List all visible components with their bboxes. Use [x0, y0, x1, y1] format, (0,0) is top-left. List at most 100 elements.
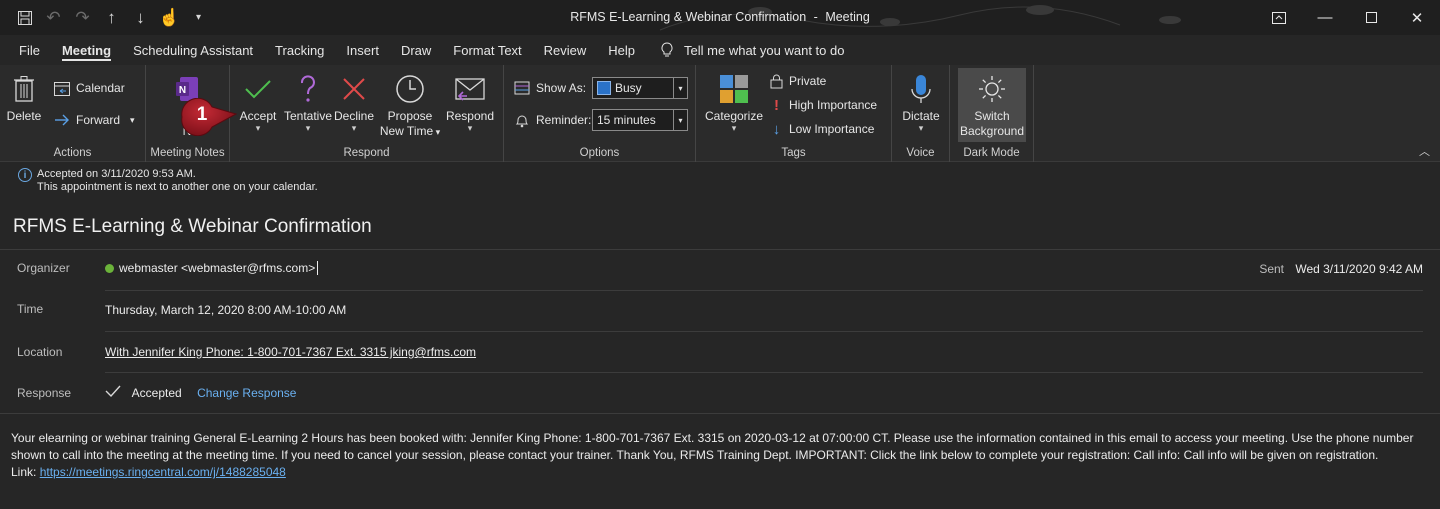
row-separator	[105, 372, 1423, 373]
header-bottom-separator	[0, 413, 1440, 414]
accept-label: Accept	[239, 109, 277, 123]
calendar-button[interactable]: Calendar	[54, 77, 125, 99]
reminder-label: Reminder:	[536, 113, 592, 127]
info-icon: i	[18, 168, 32, 182]
low-importance-button[interactable]: ↓ Low Importance	[770, 118, 875, 140]
response-label: Response	[17, 386, 72, 400]
time-value: Thursday, March 12, 2020 8:00 AM-10:00 A…	[105, 303, 347, 317]
tab-meeting[interactable]: Meeting	[51, 35, 122, 65]
touch-mode-icon[interactable]: ☝	[155, 0, 184, 35]
close-icon[interactable]: ✕	[1394, 0, 1440, 35]
show-as-dropdown-icon[interactable]: ▾	[673, 78, 687, 98]
tentative-button[interactable]: Tentative ▾	[282, 69, 334, 133]
categorize-dropdown-icon[interactable]: ▾	[702, 124, 766, 133]
private-button[interactable]: Private	[770, 70, 826, 92]
header-separator	[0, 249, 1440, 250]
group-actions: Delete Calendar Forward ▾ Actions	[0, 65, 146, 162]
question-mark-icon	[282, 69, 334, 109]
respond-dropdown-icon[interactable]: ▾	[444, 124, 496, 133]
dictate-button[interactable]: Dictate ▾	[896, 69, 946, 133]
checkmark-icon	[236, 69, 280, 109]
show-as-label-wrap: Show As:	[514, 77, 586, 99]
sent-info: Sent Wed 3/11/2020 9:42 AM	[1259, 262, 1423, 276]
maximize-icon[interactable]	[1348, 0, 1394, 35]
decorative-leaves-icon	[659, 5, 1181, 31]
show-as-select[interactable]: Busy ▾	[592, 77, 688, 99]
tab-help[interactable]: Help	[597, 35, 646, 65]
tell-me-search[interactable]: Tell me what you want to do	[660, 42, 844, 58]
tab-format-text[interactable]: Format Text	[442, 35, 532, 65]
respond-button[interactable]: Respond ▾	[444, 69, 496, 133]
decline-label: Decline	[333, 109, 375, 123]
group-label-tags: Tags	[781, 147, 806, 159]
tab-review[interactable]: Review	[533, 35, 598, 65]
meeting-subject: RFMS E-Learning & Webinar Confirmation	[13, 216, 372, 237]
ribbon-display-options-icon[interactable]	[1256, 0, 1302, 35]
redo-icon[interactable]: ↷	[68, 0, 97, 35]
forward-arrow-icon	[55, 114, 69, 126]
decline-button[interactable]: Decline ▾	[332, 69, 376, 133]
propose-new-time-button[interactable]: Propose New Time ▾	[376, 69, 444, 140]
forward-button[interactable]: Forward ▾	[54, 109, 135, 131]
lightbulb-icon	[661, 42, 673, 57]
time-label: Time	[17, 302, 44, 316]
window-controls: — ✕	[1256, 0, 1440, 35]
row-separator	[105, 331, 1423, 332]
tab-scheduling-assistant[interactable]: Scheduling Assistant	[122, 35, 264, 65]
body-link-label: Link:	[11, 465, 37, 479]
forward-label: Forward	[76, 113, 121, 127]
group-options: Show As: Busy ▾ Reminder: 15 minutes ▾ O…	[504, 65, 696, 162]
categorize-button[interactable]: Categorize ▾	[702, 69, 766, 133]
organizer-address[interactable]: webmaster <webmaster@rfms.com>	[119, 261, 315, 275]
change-response-link[interactable]: Change Response	[197, 386, 296, 400]
up-arrow-icon[interactable]: ↑	[97, 0, 126, 35]
reminder-value: 15 minutes	[597, 113, 656, 127]
microphone-icon	[896, 69, 946, 109]
categorize-label: Categorize	[704, 109, 764, 123]
response-value-wrap: Accepted Change Response	[105, 385, 296, 400]
meeting-url-link[interactable]: https://meetings.ringcentral.com/j/14882…	[40, 465, 286, 479]
down-arrow-importance-icon: ↓	[772, 120, 781, 138]
group-label-dark-mode: Dark Mode	[963, 147, 1020, 159]
dictate-dropdown-icon[interactable]: ▾	[896, 124, 946, 133]
tab-file[interactable]: File	[8, 35, 51, 65]
calendar-icon	[54, 81, 70, 96]
high-importance-label: High Importance	[789, 98, 878, 112]
accept-button[interactable]: Accept ▾	[236, 69, 280, 133]
switch-background-label-line1: Switch	[974, 109, 1010, 123]
collapse-ribbon-icon[interactable]: ︿	[1419, 143, 1430, 159]
location-link[interactable]: With Jennifer King Phone: 1-800-701-7367…	[105, 345, 476, 359]
customize-toolbar-icon[interactable]: ▾	[184, 0, 213, 35]
group-label-options: Options	[579, 147, 620, 159]
sun-icon	[958, 69, 1026, 109]
save-icon[interactable]	[10, 0, 39, 35]
tab-draw[interactable]: Draw	[390, 35, 442, 65]
presence-available-icon	[105, 264, 114, 273]
group-label-respond: Respond	[343, 147, 390, 159]
decline-dropdown-icon[interactable]: ▾	[332, 124, 376, 133]
high-importance-button[interactable]: ! High Importance	[770, 94, 877, 116]
down-arrow-icon[interactable]: ↓	[126, 0, 155, 35]
reminder-select[interactable]: 15 minutes ▾	[592, 109, 688, 131]
organizer-value[interactable]: webmaster <webmaster@rfms.com>	[105, 261, 319, 275]
svg-text:N: N	[179, 85, 186, 96]
tentative-dropdown-icon[interactable]: ▾	[282, 124, 334, 133]
group-label-meeting-notes: Meeting Notes	[150, 147, 225, 159]
propose-dropdown-icon[interactable]: ▾	[433, 127, 441, 137]
calendar-label: Calendar	[76, 81, 125, 95]
step-callout-number: 1	[196, 104, 208, 125]
group-voice: Dictate ▾ Voice	[892, 65, 950, 162]
accept-dropdown-icon[interactable]: ▾	[236, 124, 280, 133]
tab-tracking[interactable]: Tracking	[264, 35, 335, 65]
switch-background-content: Switch Background	[958, 69, 1026, 139]
reminder-dropdown-icon[interactable]: ▾	[673, 110, 687, 130]
switch-background-label-line2: Background	[959, 124, 1025, 138]
forward-dropdown-icon[interactable]: ▾	[130, 115, 135, 126]
delete-label: Delete	[6, 109, 42, 123]
tab-insert[interactable]: Insert	[335, 35, 390, 65]
undo-icon[interactable]: ↶	[39, 0, 68, 35]
info-bar: i Accepted on 3/11/2020 9:53 AM. This ap…	[0, 163, 1440, 197]
tentative-label: Tentative	[283, 109, 333, 123]
delete-button[interactable]: Delete	[6, 69, 42, 124]
minimize-icon[interactable]: —	[1302, 0, 1348, 35]
